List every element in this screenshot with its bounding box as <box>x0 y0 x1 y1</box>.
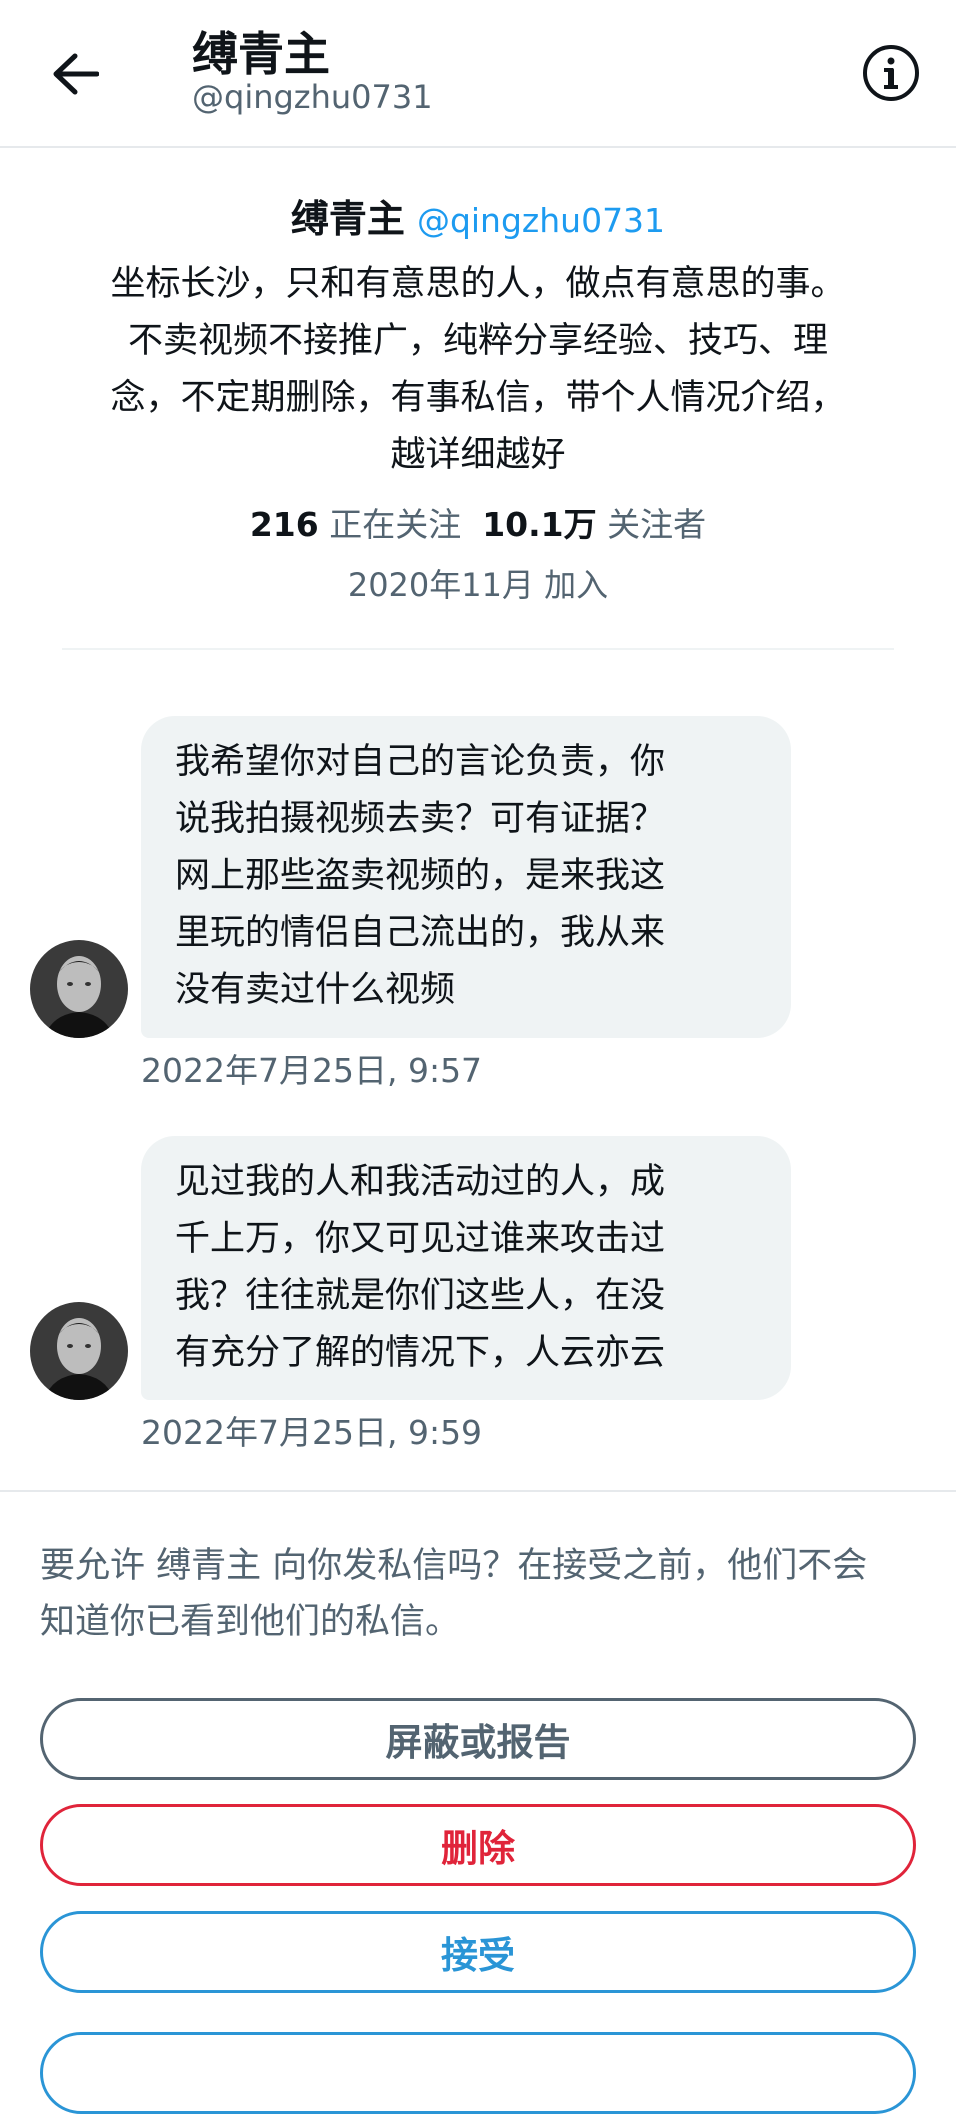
message-request-notice: 要允许 缚青主 向你发私信吗？在接受之前，他们不会 知道你已看到他们的私信。 <box>40 1538 920 1650</box>
message-timestamp: 2022年7月25日, 9:57 <box>141 1051 483 1090</box>
notice-line: 知道你已看到他们的私信。 <box>40 1602 461 1642</box>
message-timestamp: 2022年7月25日, 9:59 <box>141 1413 483 1452</box>
user-avatar <box>30 1302 128 1400</box>
profile-name: 缚青主 <box>290 197 405 241</box>
partial-button[interactable] <box>40 2032 916 2114</box>
info-button[interactable] <box>862 44 920 102</box>
info-circle-icon <box>863 45 919 101</box>
message-line: 没有卖过什么视频 <box>175 970 456 1010</box>
profile-stats: 216 正在关注 10.1万 关注者 <box>0 498 956 546</box>
bio-line: 念，不定期删除，有事私信，带个人情况介绍， <box>110 378 846 418</box>
conversation-header: 缚青主 @qingzhu0731 <box>0 0 956 148</box>
profile-bio: 坐标长沙，只和有意思的人，做点有意思的事。 不卖视频不接推广，纯粹分享经验、技巧… <box>50 256 906 484</box>
user-avatar <box>30 940 128 1038</box>
header-title: 缚青主 <box>192 27 330 81</box>
followers-count: 10.1万 <box>482 505 597 544</box>
message-line: 网上那些盗卖视频的，是来我这 <box>175 856 666 896</box>
bio-line: 越详细越好 <box>390 435 566 475</box>
message-line: 千上万，你又可见过谁来攻击过 <box>175 1219 666 1259</box>
followers-label: 关注者 <box>607 505 707 544</box>
following-link[interactable]: 216 正在关注 <box>250 505 461 544</box>
followers-link[interactable]: 10.1万 关注者 <box>482 505 706 544</box>
delete-button[interactable]: 删除 <box>40 1804 916 1886</box>
message-line: 我希望你对自己的言论负责，你 <box>175 742 666 782</box>
message-line: 我？往往就是你们这些人，在没 <box>175 1276 666 1316</box>
bio-line: 坐标长沙，只和有意思的人，做点有意思的事。 <box>110 264 846 304</box>
header-handle: @qingzhu0731 <box>192 78 433 116</box>
block-or-report-button[interactable]: 屏蔽或报告 <box>40 1698 916 1780</box>
following-label: 正在关注 <box>329 505 462 544</box>
notice-line: 要允许 缚青主 向你发私信吗？在接受之前，他们不会 <box>40 1546 868 1586</box>
message-line: 见过我的人和我活动过的人，成 <box>175 1162 666 1202</box>
message-line: 有充分了解的情况下，人云亦云 <box>175 1333 666 1373</box>
divider <box>62 648 894 650</box>
profile-handle: @qingzhu0731 <box>416 201 666 240</box>
profile-joined-date: 2020年11月 加入 <box>347 566 609 604</box>
sender-avatar[interactable] <box>30 1302 128 1400</box>
arrow-left-icon <box>53 53 99 95</box>
message-line: 里玩的情侣自己流出的，我从来 <box>175 913 666 953</box>
sender-avatar[interactable] <box>30 940 128 1038</box>
accept-button[interactable]: 接受 <box>40 1911 916 1993</box>
profile-name-row[interactable]: 缚青主 @qingzhu0731 <box>0 188 956 243</box>
bio-line: 不卖视频不接推广，纯粹分享经验、技巧、理 <box>127 321 828 361</box>
message-line: 说我拍摄视频去卖？可有证据？ <box>175 799 666 839</box>
message-bubble[interactable]: 见过我的人和我活动过的人，成 千上万，你又可见过谁来攻击过 我？往往就是你们这些… <box>141 1136 791 1400</box>
back-button[interactable] <box>40 44 110 104</box>
divider <box>0 1490 956 1492</box>
message-bubble[interactable]: 我希望你对自己的言论负责，你 说我拍摄视频去卖？可有证据？ 网上那些盗卖视频的，… <box>141 716 791 1038</box>
following-count: 216 <box>249 505 319 544</box>
